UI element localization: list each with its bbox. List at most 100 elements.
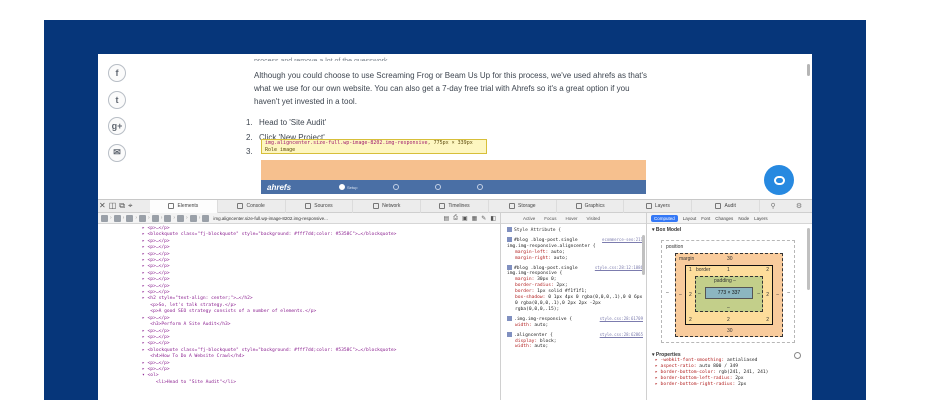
tab-font[interactable]: Font xyxy=(701,216,710,221)
toggle-active[interactable]: Active xyxy=(523,216,535,221)
tab-console[interactable]: Console xyxy=(218,199,286,213)
tab-computed[interactable]: Computed xyxy=(651,214,678,222)
toggle-visited[interactable]: Visited xyxy=(587,216,600,221)
tab-graphics[interactable]: Graphics xyxy=(557,199,625,213)
css-rule[interactable]: ecommerce-seo:211 #blog .blog-post.single… xyxy=(501,234,646,262)
margin-bottom: 30 xyxy=(727,328,733,334)
layout-icon[interactable]: ▤ xyxy=(443,215,449,222)
toggle-focus[interactable]: Focus xyxy=(544,216,556,221)
tab-network[interactable]: Network xyxy=(353,199,422,213)
rule-source-link[interactable]: style.css:28:12:1886 xyxy=(595,265,643,271)
twitter-icon[interactable]: t xyxy=(108,90,126,109)
pencil-icon[interactable]: ✎ xyxy=(481,215,486,222)
box-model-title[interactable]: ▾ Box Model xyxy=(647,224,812,233)
sidebar-tabs: Computed Layout Font Changes Node Layers xyxy=(647,213,812,224)
storage-icon xyxy=(509,203,516,209)
css-property-name: margin-left xyxy=(515,249,546,255)
breadcrumb-node-icon[interactable] xyxy=(177,214,185,222)
styles-scrollbar[interactable] xyxy=(642,235,645,275)
breadcrumb-current[interactable]: img.aligncenter.size-full.wp-image-8202.… xyxy=(213,216,328,221)
css-property[interactable]: box-shadow: 0 1px 4px 0 rgba(0,0,0,.1),0… xyxy=(507,295,643,313)
border-label: border xyxy=(696,267,711,273)
facebook-icon[interactable]: f xyxy=(108,64,126,82)
border-right: 2 xyxy=(766,292,769,298)
grid-icon[interactable]: ▦ xyxy=(472,215,478,222)
breadcrumb-node-icon[interactable] xyxy=(139,214,147,222)
padding-right: – xyxy=(757,291,760,297)
css-rule[interactable]: style.css:28:12:1886 #blog .blog-post.sin… xyxy=(501,262,646,313)
computed-scrollbar[interactable] xyxy=(807,228,810,290)
breadcrumb-node-icon[interactable] xyxy=(151,214,159,222)
css-property-name: margin-right xyxy=(515,255,549,261)
blue-frame: f t g+ ✉ process and remove a lot of the… xyxy=(44,20,866,400)
ahrefs-steps: Setup xyxy=(339,184,484,190)
margin-top: 30 xyxy=(727,256,733,262)
css-rule[interactable]: style.css:28:62865 .aligncenter {display:… xyxy=(501,329,646,351)
tab-sources[interactable]: Sources xyxy=(286,199,354,213)
padding-left: – xyxy=(698,291,701,297)
sources-icon xyxy=(305,203,312,209)
inspector-tab-bar: ✕ ◫ ⧉ ⌖ Elements Console Sources Network… xyxy=(98,199,812,213)
css-rule[interactable]: style.css:28:61709 .img.img-responsive {w… xyxy=(501,313,646,329)
tab-timelines[interactable]: Timelines xyxy=(421,199,489,213)
rule-source-link[interactable]: style.css:28:62865 xyxy=(600,332,643,338)
tab-elements[interactable]: Elements xyxy=(150,199,218,213)
tab-node[interactable]: Node xyxy=(738,216,749,221)
css-property-value: auto; xyxy=(534,344,549,350)
rule-icon xyxy=(507,331,512,337)
elements-icon xyxy=(168,203,175,209)
ahrefs-logo: ahrefs xyxy=(267,182,292,192)
css-property[interactable]: width: auto; xyxy=(507,344,643,350)
computed-property[interactable]: ▸ border-bottom-right-radius: 2px xyxy=(647,382,812,388)
tooltip-dims: , 775px × 339px xyxy=(427,140,473,146)
box-model: position – – margin 30 30 – – 1 border 1 xyxy=(661,240,795,343)
target-icon[interactable]: ⌖ xyxy=(128,201,133,211)
chat-button[interactable] xyxy=(764,165,794,195)
tab-changes[interactable]: Changes xyxy=(715,216,733,221)
breadcrumb-node-icon[interactable] xyxy=(113,214,121,222)
rule-selector: .img.img-responsive { xyxy=(514,316,573,322)
undock-icon[interactable]: ⧉ xyxy=(119,201,125,211)
content-box: 773 × 337 xyxy=(705,287,753,299)
tab-layers[interactable]: Layers xyxy=(624,199,693,213)
email-icon[interactable]: ✉ xyxy=(108,143,126,162)
google-plus-icon[interactable]: g+ xyxy=(108,117,126,135)
tab-audit[interactable]: Audit xyxy=(692,199,761,213)
panel-icon[interactable]: ◧ xyxy=(490,215,496,222)
rule-source-link[interactable]: ecommerce-seo:211 xyxy=(602,237,643,243)
breadcrumb-node-icon[interactable] xyxy=(164,214,172,222)
breadcrumb-node-icon[interactable] xyxy=(101,214,108,222)
filter-icon[interactable] xyxy=(794,352,801,359)
article-area: f t g+ ✉ process and remove a lot of the… xyxy=(98,54,812,199)
close-icon[interactable]: ✕ xyxy=(99,201,106,211)
chat-bubble-icon xyxy=(773,175,785,185)
search-icon[interactable]: ⚲ xyxy=(760,202,786,210)
print-icon[interactable]: ⎙ xyxy=(453,215,458,222)
device-icon[interactable]: ▣ xyxy=(462,215,468,222)
computed-property-name: border-bottom-right-radius xyxy=(660,382,733,387)
tab-layout[interactable]: Layout xyxy=(683,216,697,221)
breadcrumb-node-icon[interactable] xyxy=(126,214,134,222)
breadcrumb-node-icon[interactable] xyxy=(202,214,210,222)
step-dot-icon xyxy=(435,184,442,190)
padding-bottom: – xyxy=(727,305,730,311)
properties-list: ▸ -webkit-font-smoothing: antialiased ▸ a… xyxy=(647,358,812,388)
rule-source-link[interactable]: style.css:28:61709 xyxy=(600,316,643,322)
dom-tools: ▤ ⎙ ▣ ▦ ✎ ◧ xyxy=(443,215,500,222)
css-property-value: auto; xyxy=(553,255,568,261)
computed-property-name: border-bottom-color xyxy=(660,370,714,375)
tab-layers-side[interactable]: Layers xyxy=(754,216,768,221)
page-scrollbar[interactable] xyxy=(807,64,810,76)
settings-icon[interactable]: ⚙ xyxy=(786,202,812,210)
margin-left: – xyxy=(679,292,682,298)
css-property-name: width xyxy=(515,322,529,328)
css-property-value: auto; xyxy=(534,322,549,328)
toggle-hover[interactable]: Hover xyxy=(566,216,578,221)
computed-property-name: border-bottom-left-radius xyxy=(660,376,730,381)
cut-off-line: process and remove a lot of the guesswor… xyxy=(254,55,654,61)
breadcrumb-node-icon[interactable] xyxy=(189,214,197,222)
inspector-tooltip: img.aligncenter.size-full.wp-image-8202.… xyxy=(261,139,487,154)
dock-icon[interactable]: ◫ xyxy=(109,201,117,211)
tab-storage[interactable]: Storage xyxy=(489,199,557,213)
dom-node[interactable]: <li>Head to "Site Audit"</li> xyxy=(142,380,500,386)
